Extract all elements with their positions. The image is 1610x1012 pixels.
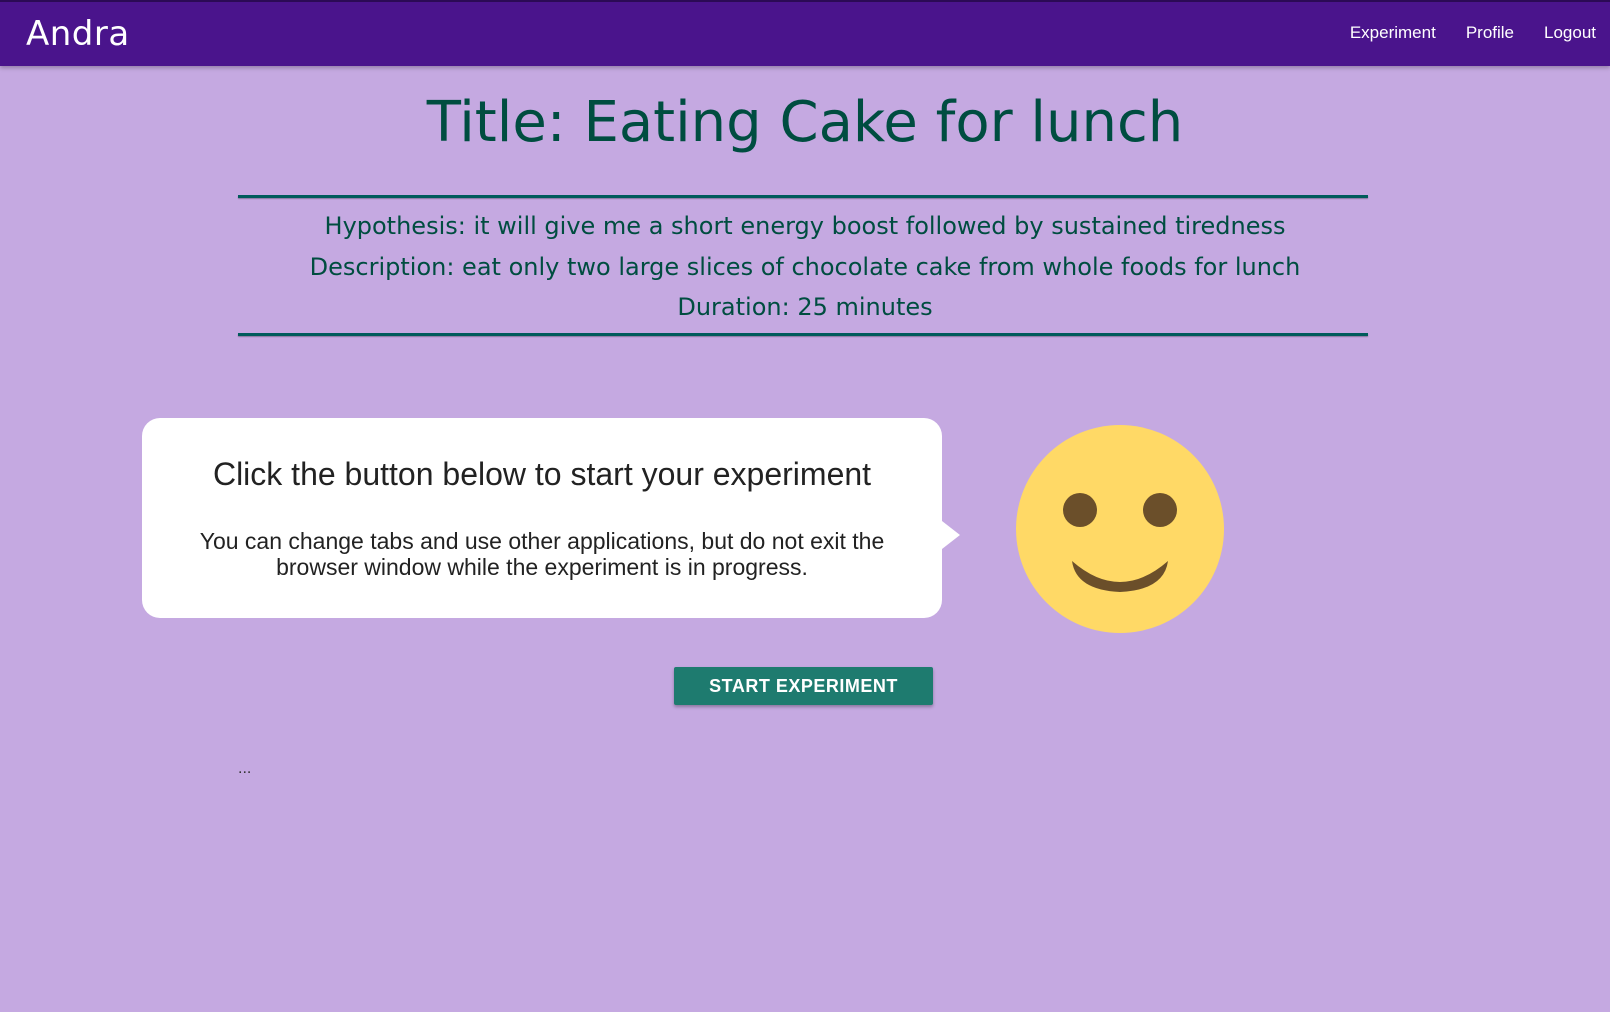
- nav-link-profile[interactable]: Profile: [1466, 23, 1514, 43]
- divider-bottom: [238, 333, 1368, 336]
- top-navbar: Andra Experiment Profile Logout: [0, 0, 1610, 66]
- instruction-speech-bubble: Click the button below to start your exp…: [142, 418, 960, 618]
- experiment-title: Title: Eating Cake for lunch: [426, 90, 1184, 155]
- divider-top: [238, 195, 1368, 198]
- smiley-face: [1016, 425, 1224, 633]
- instruction-text: You can change tabs and use other applic…: [199, 528, 885, 580]
- experiment-hypothesis: Hypothesis: it will give me a short ener…: [324, 212, 1286, 240]
- nav-links: Experiment Profile Logout: [1350, 23, 1596, 43]
- status-ellipsis: ...: [238, 760, 252, 777]
- smiley-right-eye: [1143, 493, 1177, 527]
- smiley-left-eye: [1063, 493, 1097, 527]
- start-experiment-button[interactable]: START EXPERIMENT: [674, 667, 933, 705]
- instruction-heading: Click the button below to start your exp…: [212, 456, 872, 492]
- nav-link-logout[interactable]: Logout: [1544, 23, 1596, 43]
- brand-logo-link[interactable]: Andra: [26, 14, 130, 54]
- experiment-duration: Duration: 25 minutes: [677, 293, 933, 321]
- nav-link-experiment[interactable]: Experiment: [1350, 23, 1436, 43]
- experiment-description: Description: eat only two large slices o…: [309, 253, 1301, 281]
- smiley-face-icon: [1016, 425, 1224, 633]
